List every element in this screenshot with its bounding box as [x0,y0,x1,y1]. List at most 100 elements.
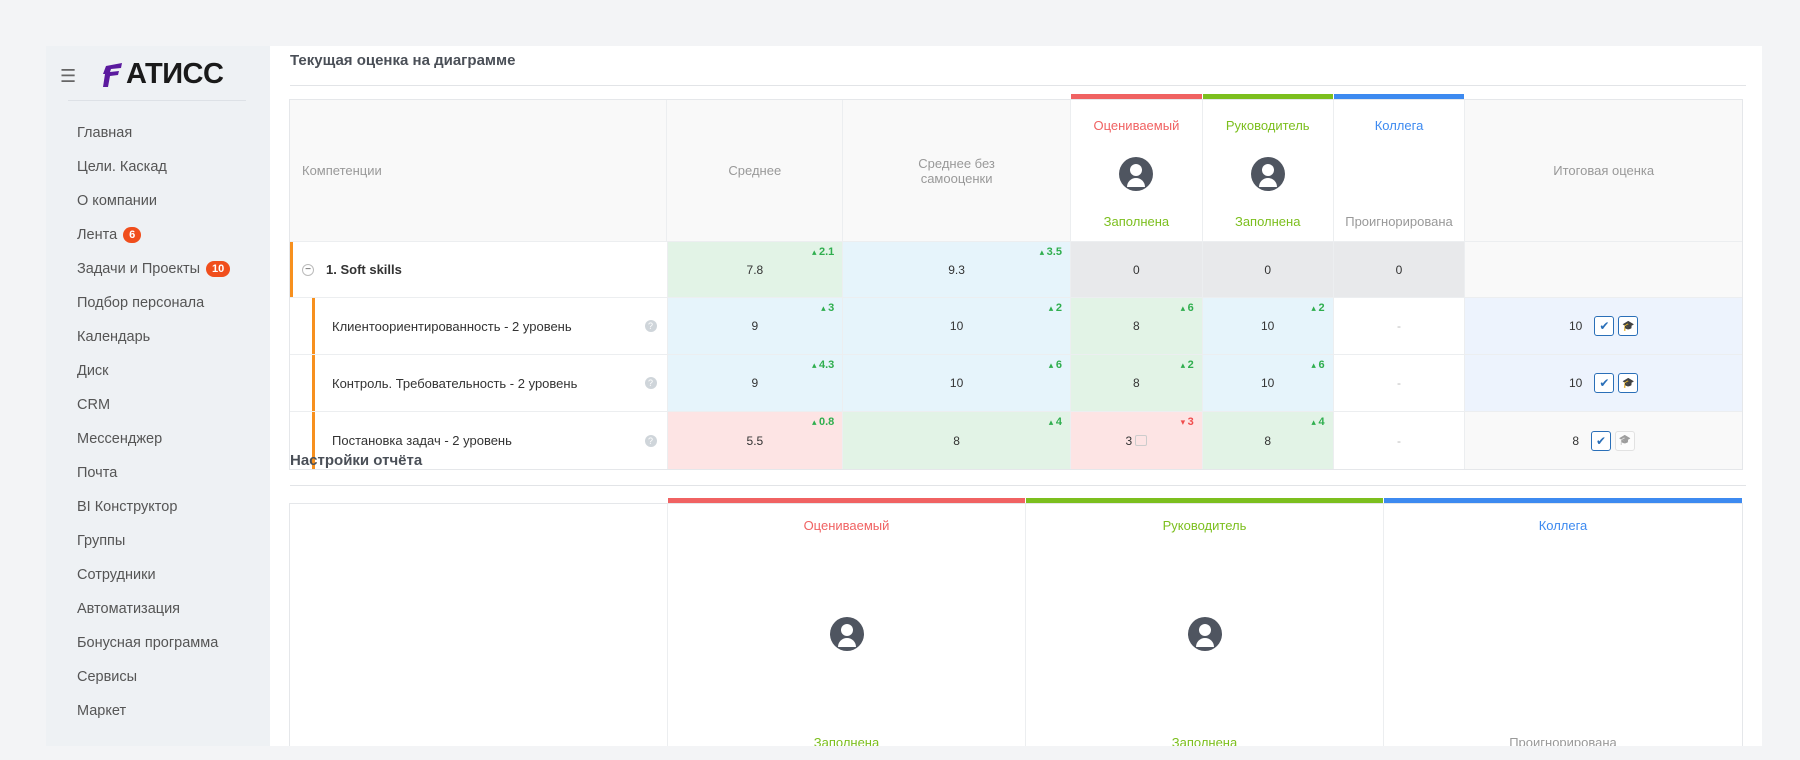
rater-role[interactable]: Коллега [1539,518,1588,533]
divider [290,485,1746,486]
score-value: - [1396,319,1401,333]
score-value: 10 [949,376,964,390]
score-value: 9.3 [948,262,965,277]
sidebar-item[interactable]: BI Конструктор [77,490,230,524]
sidebar-item[interactable]: Сотрудники [77,558,230,592]
sidebar-item[interactable]: Группы [77,524,230,558]
approve-check-icon[interactable]: ✔ [1591,430,1612,451]
rater-color-bar [1202,94,1333,99]
user-avatar-icon[interactable] [1187,617,1222,651]
divider [290,85,1746,86]
approve-check-icon[interactable]: ✔ [1594,373,1615,393]
header-row: Компетенции Среднее Среднее без самооценки… [290,94,1742,242]
comment-icon[interactable] [1135,435,1148,446]
score-cell: 10 ▴ 6 [1202,355,1334,411]
score-value: 7.8 [746,262,764,277]
help-icon[interactable]: ? [644,434,657,447]
delta-value: 6 [1318,359,1325,371]
arrow-up-icon: ▴ [1048,360,1056,370]
delta-value: 4 [1318,416,1325,428]
logo[interactable]: АТИСС [102,58,224,91]
score-value: - [1396,433,1401,448]
sidebar-item[interactable]: Диск [77,354,230,388]
score-delta: ▴ 4.3 [812,359,834,371]
score-value: 3 [1125,433,1133,448]
hamburger-menu-icon[interactable]: ☰ [60,66,76,87]
sidebar-item[interactable]: Почта [77,456,230,490]
rater-status: Проигнорирована [1345,214,1453,229]
rater-role[interactable]: Оцениваемый [1093,118,1179,133]
arrow-up-icon: ▴ [811,417,819,427]
rater-status: Заполнена [1171,735,1238,746]
approve-check-icon[interactable]: ✔ [1594,316,1615,336]
rater-status: Заполнена [1234,214,1301,229]
competency-group-name[interactable]: −1. Soft skills [290,242,668,297]
header-competencies: Компетенции [290,100,668,241]
score-delta: ▴ 2 [1049,302,1062,314]
rater-role[interactable]: Руководитель [1226,118,1310,133]
sidebar-nav: Главная Цели. Каскад О компании Лента 6 Задач… [77,116,231,728]
score-value: 8 [1133,376,1140,390]
user-avatar-icon[interactable] [1119,156,1154,191]
rater-role[interactable]: Руководитель [1163,518,1247,533]
sidebar-item[interactable]: Бонусная программа [77,626,230,660]
sidebar-item[interactable]: Сервисы [77,660,230,694]
sidebar-item-label: Сервисы [77,669,138,685]
sidebar-item[interactable]: Маркет [77,694,230,728]
competency-label: Постановка задач - 2 уровень [332,433,512,448]
sidebar-item[interactable]: Задачи и Проекты 10 [77,252,231,286]
rater-role[interactable]: Оцениваемый [804,518,890,533]
arrow-up-icon: ▴ [811,247,819,257]
score-cell: - [1333,355,1466,411]
score-value: 0 [1133,262,1140,277]
sidebar-item-label: Диск [77,363,109,379]
section-title-report-settings: Настройки отчёта [290,452,423,469]
score-value: 0 [1264,262,1271,277]
sidebar-item[interactable]: Подбор персонала [77,286,230,320]
final-score-cell: 10 ✔ 🎓 [1465,298,1742,354]
header-average[interactable]: Среднее [667,100,844,241]
sidebar-item-label: Главная [77,125,133,141]
score-delta: ▴ 2 [1181,359,1194,371]
count-badge: 6 [123,227,142,243]
delta-value: 3.5 [1046,246,1062,258]
help-icon[interactable]: ? [644,377,657,389]
score-cell: 10 ▴ 2 [1202,298,1334,354]
rater-status: Заполнена [813,735,880,746]
sidebar-item[interactable]: CRM [77,388,230,422]
user-avatar-icon[interactable] [1250,156,1285,191]
delta-value: 2 [1318,302,1325,314]
arrow-up-icon: ▴ [1180,303,1188,313]
score-delta: ▴ 4 [1311,416,1324,428]
sidebar-item[interactable]: Цели. Каскад [77,150,230,184]
rater-role[interactable]: Коллега [1375,118,1424,133]
sidebar-item-label: Подбор персонала [77,295,205,311]
sidebar-item[interactable]: О компании [77,184,230,218]
header-average-without-self[interactable]: Среднее без самооценки [843,100,1072,241]
education-cap-icon[interactable]: 🎓 [1618,316,1639,336]
sidebar-item[interactable]: Автоматизация [77,592,230,626]
education-cap-icon[interactable]: 🎓 [1618,373,1639,393]
user-avatar-icon[interactable] [829,617,864,651]
score-value: 10 [949,319,964,333]
sidebar-item[interactable]: Лента 6 [77,218,230,252]
score-cell: 10 ▴ 2 [843,298,1071,354]
score-cell: 7.8 ▴ 2.1 [667,242,844,297]
score-cell: 8 ▴ 4 [1202,412,1334,469]
help-icon[interactable]: ? [644,320,657,332]
score-value: 8 [1133,319,1140,333]
score-cell: 8 ▴ 2 [1070,355,1203,411]
education-cap-icon[interactable]: 🎓 [1615,430,1636,451]
competency-name: Клиентоориентированность - 2 уровень? [290,298,668,354]
collapse-icon[interactable]: − [302,263,314,276]
arrow-up-icon: ▴ [1180,360,1188,370]
sidebar-item[interactable]: Календарь [77,320,230,354]
final-score-value: 10 [1569,319,1583,333]
score-cell: - [1333,412,1466,469]
rater-column-2: Коллега Проигнорирована [1333,94,1466,241]
sidebar-item-label: Цели. Каскад [77,159,167,175]
sidebar-item[interactable]: Мессенджер [77,422,230,456]
logo-mark-icon [103,62,122,87]
sidebar-item[interactable]: Главная [77,116,230,150]
score-delta: ▾ 3 [1181,416,1194,428]
